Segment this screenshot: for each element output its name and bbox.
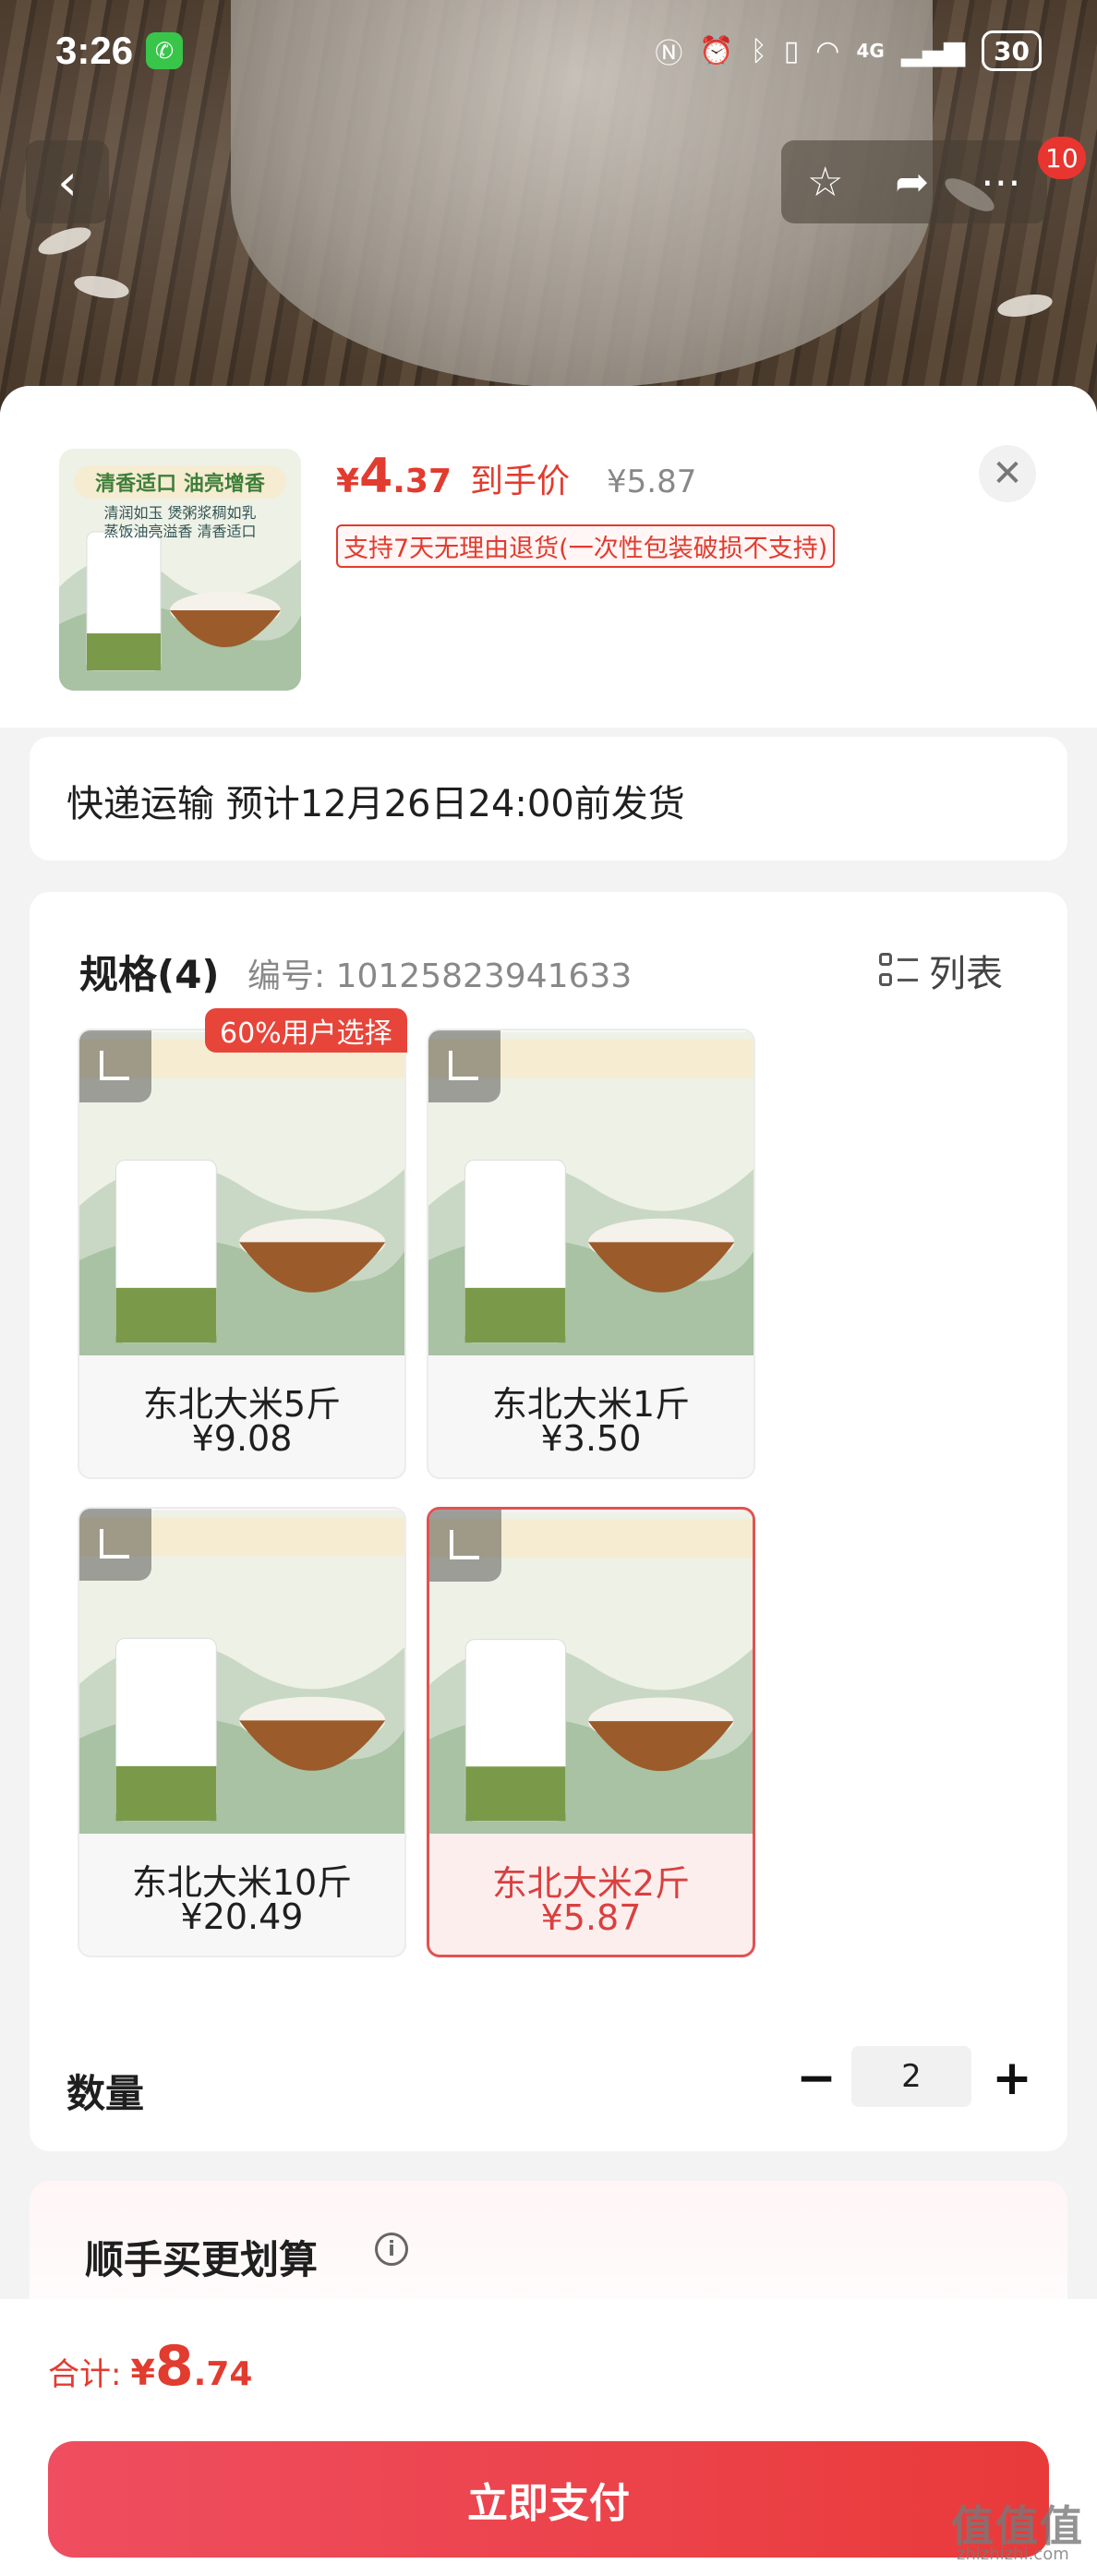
variant-price: ¥5.87 bbox=[540, 1897, 642, 1938]
popular-choice-badge: 60%用户选择 bbox=[205, 1008, 407, 1053]
bluetooth-icon: ᛒ bbox=[750, 34, 767, 67]
star-icon[interactable]: ☆ bbox=[807, 159, 843, 206]
spec-title: 规格(4) bbox=[79, 952, 220, 997]
battery-level: 30 bbox=[994, 35, 1030, 66]
sku-selection-sheet: 清香适口 油亮增香 清润如玉 煲粥浆稠如乳 蒸饭油亮溢香 清香适口 ¥ 4 .3… bbox=[0, 386, 1097, 2576]
network-label: 4G bbox=[856, 40, 885, 62]
original-price: ¥5.87 bbox=[607, 463, 697, 500]
chevron-left-icon: ‹ bbox=[57, 152, 78, 211]
total-integer: 8 bbox=[154, 2334, 194, 2399]
back-button[interactable]: ‹ bbox=[26, 140, 109, 223]
price-decimal: .37 bbox=[392, 463, 452, 500]
status-icons: Ⓝ ⏰ ᛒ ▯ ◠ 4G ▂▄▆ 30 bbox=[655, 30, 1042, 71]
expand-icon[interactable] bbox=[428, 1030, 500, 1102]
bundle-title: 顺手买更划算 bbox=[85, 2237, 319, 2282]
variant-option[interactable]: 东北大米10斤 ¥20.49 bbox=[78, 1507, 406, 1957]
variant-price: ¥3.50 bbox=[540, 1418, 642, 1459]
list-label: 列表 bbox=[929, 953, 1003, 995]
vibrate-icon: ▯ bbox=[783, 34, 800, 67]
status-time: 3:26 bbox=[55, 29, 134, 72]
expand-icon[interactable] bbox=[79, 1030, 151, 1102]
pay-now-button[interactable]: 立即支付 bbox=[48, 2441, 1049, 2558]
return-policy-tag: 支持7天无理由退货(一次性包装破损不支持) bbox=[336, 524, 836, 568]
quantity-input[interactable]: 2 bbox=[851, 2046, 971, 2107]
wechat-icon: ✆ bbox=[146, 32, 184, 69]
watermark-url: zhizhizhi.com bbox=[957, 2545, 1069, 2564]
list-icon bbox=[879, 951, 918, 990]
shipping-card: 快递运输 预计12月26日24:00前发货 bbox=[30, 737, 1067, 861]
alarm-icon: ⏰ bbox=[699, 34, 734, 67]
more-icon[interactable]: ⋯ bbox=[981, 159, 1021, 206]
nav-actions-group: ☆ ➦ ⋯ bbox=[781, 140, 1047, 223]
quantity-increase-button[interactable]: + bbox=[984, 2046, 1040, 2111]
variant-option[interactable]: 东北大米5斤 ¥9.08 bbox=[78, 1029, 406, 1479]
notification-badge: 10 bbox=[1038, 137, 1086, 179]
variant-option[interactable]: 东北大米1斤 ¥3.50 bbox=[427, 1029, 755, 1479]
signal-icon: ▂▄▆ bbox=[900, 34, 966, 67]
battery-icon: 30 bbox=[982, 30, 1042, 71]
spec-code: 编号: 10125823941633 bbox=[247, 957, 633, 995]
close-icon: ✕ bbox=[992, 452, 1023, 495]
variant-option-selected[interactable]: 东北大米2斤 ¥5.87 bbox=[427, 1507, 755, 1957]
total-row: 合计: ¥ 8 .74 bbox=[48, 2334, 252, 2399]
total-decimal: .74 bbox=[193, 2355, 253, 2393]
total-label: 合计: bbox=[48, 2356, 122, 2393]
final-price-label: 到手价 bbox=[470, 463, 571, 500]
variant-price: ¥20.49 bbox=[180, 1896, 304, 1937]
quantity-label: 数量 bbox=[66, 2071, 145, 2116]
expand-icon[interactable] bbox=[79, 1509, 151, 1581]
sheet-header: 清香适口 油亮增香 清润如玉 煲粥浆稠如乳 蒸饭油亮溢香 清香适口 ¥ 4 .3… bbox=[0, 386, 1097, 728]
product-thumbnail[interactable]: 清香适口 油亮增香 清润如玉 煲粥浆稠如乳 蒸饭油亮溢香 清香适口 bbox=[59, 449, 301, 691]
list-view-toggle[interactable]: 列表 bbox=[879, 944, 1003, 997]
nfc-icon: Ⓝ bbox=[655, 38, 683, 70]
thumb-line-2: 蒸饭油亮溢香 清香适口 bbox=[103, 523, 257, 540]
price-integer: 4 bbox=[359, 449, 393, 504]
quantity-decrease-button[interactable]: − bbox=[789, 2046, 844, 2111]
checkout-footer: 合计: ¥ 8 .74 立即支付 bbox=[0, 2299, 1097, 2576]
variant-price: ¥9.08 bbox=[191, 1418, 293, 1459]
close-button[interactable]: ✕ bbox=[979, 445, 1036, 502]
share-icon[interactable]: ➦ bbox=[895, 159, 929, 206]
wifi-icon: ◠ bbox=[815, 34, 840, 67]
total-yen: ¥ bbox=[130, 2353, 155, 2393]
thumb-slogan: 清香适口 油亮增香 bbox=[74, 465, 286, 499]
thumb-line-1: 清润如玉 煲粥浆稠如乳 bbox=[103, 504, 257, 522]
price-yen: ¥ bbox=[336, 463, 360, 500]
expand-icon[interactable] bbox=[429, 1510, 501, 1582]
shipping-text: 快递运输 预计12月26日24:00前发货 bbox=[66, 783, 685, 825]
status-bar: 3:26 ✆ Ⓝ ⏰ ᛒ ▯ ◠ 4G ▂▄▆ 30 bbox=[0, 0, 1097, 102]
info-icon[interactable]: i bbox=[375, 2233, 408, 2266]
spec-card: 规格(4) 编号: 10125823941633 列表 东北大米5斤 ¥9.08… bbox=[30, 892, 1067, 2151]
price-row: ¥ 4 .37 到手价 ¥5.87 bbox=[336, 449, 696, 504]
